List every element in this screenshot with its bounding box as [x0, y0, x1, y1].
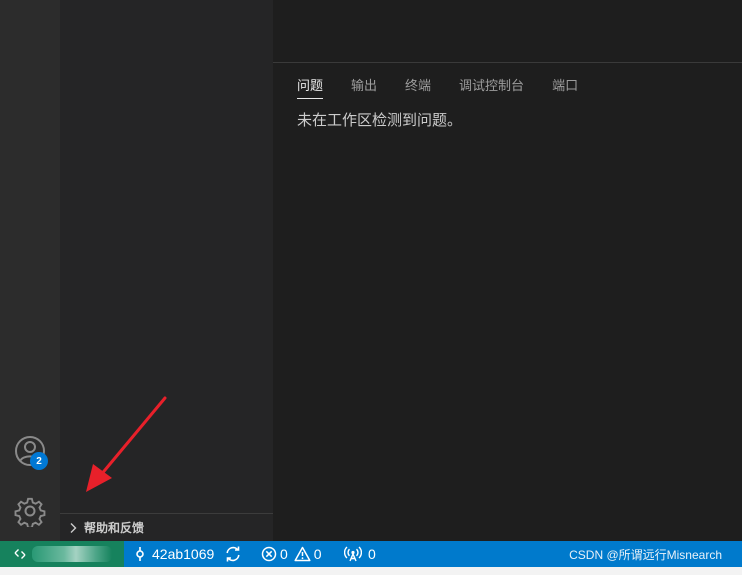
sync-button[interactable]	[224, 541, 242, 567]
activity-bar: 2	[0, 0, 60, 541]
watermark: CSDN @所谓远行Misnearch	[569, 547, 722, 562]
tab-output[interactable]: 输出	[351, 75, 377, 99]
sidebar: 帮助和反馈	[60, 0, 273, 541]
editor-area	[273, 0, 742, 63]
tab-debug-console[interactable]: 调试控制台	[459, 75, 524, 99]
ports-status[interactable]: 0	[344, 541, 376, 567]
accounts-badge: 2	[30, 452, 48, 470]
problems-status[interactable]: 0 0	[261, 541, 328, 567]
commit-hash: 42ab1069	[152, 546, 215, 562]
chevron-right-icon	[70, 522, 77, 533]
error-icon	[261, 546, 277, 562]
sync-icon	[226, 546, 240, 562]
broadcast-icon	[344, 546, 362, 562]
redacted-remote-name	[32, 546, 112, 562]
panel-tabs: 问题 输出 终端 调试控制台 端口	[297, 75, 606, 99]
tab-ports[interactable]: 端口	[552, 75, 578, 99]
vscode-window: 2 帮助和反馈 问题 输出 终端 调试控制台 端口 未在工作区检测到问题。 42…	[0, 0, 742, 575]
manage-settings-button[interactable]	[12, 493, 48, 529]
warning-count: 0	[313, 546, 322, 562]
bottom-strip	[0, 567, 742, 575]
git-commit-icon	[136, 547, 144, 561]
status-bar: 42ab1069 0 0 0 CSDN @所谓远行Misnearch	[0, 541, 742, 567]
help-and-feedback-section[interactable]: 帮助和反馈	[60, 513, 273, 541]
git-commit-status[interactable]: 42ab1069	[133, 541, 214, 567]
remote-indicator[interactable]	[0, 541, 124, 567]
ports-count: 0	[368, 546, 376, 562]
tab-problems[interactable]: 问题	[297, 75, 324, 99]
warning-icon	[294, 546, 311, 562]
bottom-panel: 问题 输出 终端 调试控制台 端口 未在工作区检测到问题。	[273, 63, 742, 541]
problems-message: 未在工作区检测到问题。	[297, 112, 463, 129]
error-count: 0	[280, 546, 288, 562]
help-and-feedback-label: 帮助和反馈	[84, 521, 145, 535]
gear-icon	[14, 497, 46, 527]
tab-terminal[interactable]: 终端	[405, 75, 431, 99]
remote-icon	[14, 549, 26, 559]
